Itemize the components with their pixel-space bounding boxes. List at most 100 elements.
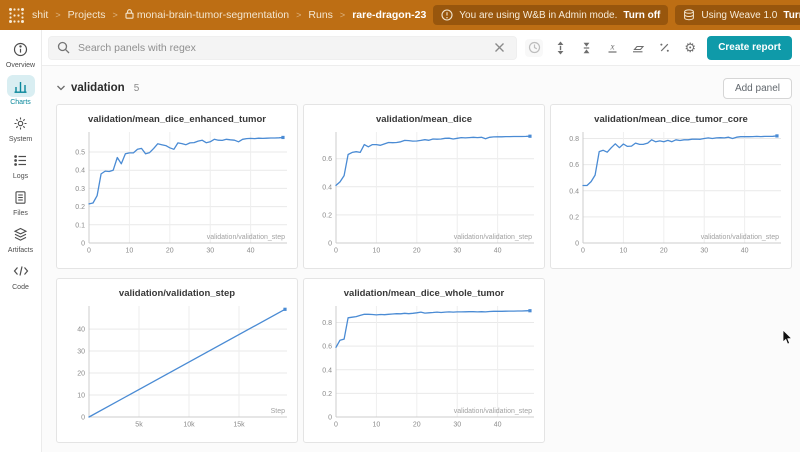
svg-text:20: 20 [413, 248, 421, 255]
artifacts-stack-icon [7, 223, 35, 245]
sidebar-item-system[interactable]: System [7, 112, 35, 143]
create-report-button[interactable]: Create report [707, 36, 792, 60]
svg-text:10: 10 [126, 248, 134, 255]
svg-text:Step: Step [271, 408, 286, 415]
top-navigation-bar: shit > Projects > monai-brain-tumor-segm… [0, 0, 800, 30]
breadcrumb-separator: > [296, 10, 301, 20]
svg-text:0.2: 0.2 [569, 214, 579, 221]
breadcrumb-run-name[interactable]: rare-dragon-23 [352, 9, 426, 21]
search-icon [57, 41, 70, 54]
svg-text:10: 10 [373, 248, 381, 255]
svg-text:0.3: 0.3 [75, 186, 85, 193]
weave-turn-off-button[interactable]: Turn off [783, 10, 800, 21]
chart-title: validation/mean_dice_whole_tumor [304, 288, 544, 299]
bar-chart-icon [7, 75, 35, 97]
line-chart[interactable]: 00.20.40.6010203040validation/validation… [306, 126, 542, 259]
weave-banner: Using Weave 1.0 Turn off [675, 5, 800, 25]
lock-icon [125, 9, 134, 19]
clear-search-icon[interactable] [490, 39, 508, 57]
info-icon [7, 38, 35, 60]
run-sidebar: Overview Charts System Logs Files Artifa… [0, 30, 42, 452]
sidebar-item-artifacts[interactable]: Artifacts [7, 223, 35, 254]
svg-text:20: 20 [660, 248, 668, 255]
svg-text:0: 0 [328, 415, 332, 422]
svg-text:validation/validation_step: validation/validation_step [454, 408, 532, 415]
svg-text:40: 40 [494, 248, 502, 255]
validation-section-header: validation 5 Add panel [56, 76, 792, 100]
svg-text:5k: 5k [135, 422, 143, 429]
svg-text:15k: 15k [233, 422, 245, 429]
svg-text:x: x [609, 42, 614, 52]
history-icon[interactable] [525, 39, 543, 57]
svg-text:validation/validation_step: validation/validation_step [454, 234, 532, 241]
svg-text:0.4: 0.4 [569, 188, 579, 195]
file-icon [7, 186, 35, 208]
svg-text:0.2: 0.2 [322, 391, 332, 398]
chart-title: validation/mean_dice_tumor_core [551, 114, 791, 125]
line-chart[interactable]: 00.20.40.60.8010203040validation/validat… [553, 126, 789, 259]
svg-text:0: 0 [581, 248, 585, 255]
svg-text:0.2: 0.2 [322, 212, 332, 219]
svg-text:0: 0 [334, 422, 338, 429]
breadcrumb-runs[interactable]: Runs [308, 9, 333, 21]
svg-text:0: 0 [81, 241, 85, 248]
breadcrumb-projects[interactable]: Projects [68, 9, 106, 21]
chart-panel-mean-dice-enhanced-tumor[interactable]: validation/mean_dice_enhanced_tumor 00.1… [56, 104, 298, 269]
alert-circle-icon [441, 9, 453, 21]
chart-panel-mean-dice[interactable]: validation/mean_dice 00.20.40.6010203040… [303, 104, 545, 269]
breadcrumb-entity[interactable]: shit [32, 9, 48, 21]
svg-text:20: 20 [413, 422, 421, 429]
panel-grid: validation/mean_dice_enhanced_tumor 00.1… [56, 104, 792, 443]
svg-text:0: 0 [334, 248, 338, 255]
settings-gear-icon[interactable]: ⚙ [681, 39, 699, 57]
sidebar-item-code[interactable]: Code [7, 260, 35, 291]
svg-text:30: 30 [77, 349, 85, 356]
breadcrumb-project[interactable]: monai-brain-tumor-segmentation [125, 9, 289, 21]
svg-text:30: 30 [453, 422, 461, 429]
chart-panel-validation-step[interactable]: validation/validation_step 0102030405k10… [56, 278, 298, 443]
search-input[interactable] [76, 41, 484, 55]
panel-layout-icon[interactable] [629, 39, 647, 57]
sidebar-item-overview[interactable]: Overview [6, 38, 35, 69]
sidebar-item-charts[interactable]: Charts [7, 75, 35, 106]
svg-text:0: 0 [575, 241, 579, 248]
chart-title: validation/validation_step [57, 288, 297, 299]
chart-panel-mean-dice-tumor-core[interactable]: validation/mean_dice_tumor_core 0 0.2 0.4 0… [550, 104, 792, 269]
chart-panel-mean-dice-whole-tumor[interactable]: validation/mean_dice_whole_tumor 0 0.2 0.4… [303, 278, 545, 443]
add-panel-button[interactable]: Add panel [723, 78, 792, 99]
line-chart[interactable]: 0102030405k10k15kStep [59, 300, 295, 433]
charts-workspace: validation 5 Add panel validation/mean_d… [42, 66, 800, 443]
x-axis-settings-icon[interactable]: x [603, 39, 621, 57]
logs-list-icon [7, 149, 35, 171]
breadcrumb-separator: > [113, 10, 118, 20]
sparkle-icon[interactable] [655, 39, 673, 57]
line-chart[interactable]: 00.10.20.30.40.5010203040validation/vali… [59, 126, 295, 259]
sidebar-item-files[interactable]: Files [7, 186, 35, 217]
line-chart[interactable]: 00.20.40.60.8010203040validation/validat… [306, 300, 542, 433]
svg-text:40: 40 [77, 327, 85, 334]
svg-text:20: 20 [166, 248, 174, 255]
svg-text:0: 0 [87, 248, 91, 255]
breadcrumb: shit > Projects > monai-brain-tumor-segm… [32, 9, 426, 21]
svg-text:40: 40 [494, 422, 502, 429]
admin-turn-off-button[interactable]: Turn off [623, 10, 660, 21]
sidebar-item-logs[interactable]: Logs [7, 149, 35, 180]
expand-panels-icon[interactable] [551, 39, 569, 57]
svg-text:0.6: 0.6 [322, 156, 332, 163]
svg-text:10: 10 [620, 248, 628, 255]
panel-search[interactable] [48, 36, 517, 60]
chevron-down-icon[interactable] [56, 84, 66, 92]
svg-text:0.6: 0.6 [322, 344, 332, 351]
svg-text:20: 20 [77, 371, 85, 378]
gear-icon [7, 112, 35, 134]
svg-text:validation/validation_step: validation/validation_step [701, 234, 779, 241]
section-title[interactable]: validation [71, 82, 125, 94]
svg-text:10: 10 [373, 422, 381, 429]
svg-text:0.2: 0.2 [75, 204, 85, 211]
chart-title: validation/mean_dice [304, 114, 544, 125]
svg-text:0.4: 0.4 [322, 367, 332, 374]
breadcrumb-separator: > [340, 10, 345, 20]
wandb-logo[interactable] [8, 5, 25, 25]
collapse-panels-icon[interactable] [577, 39, 595, 57]
svg-text:0: 0 [328, 241, 332, 248]
